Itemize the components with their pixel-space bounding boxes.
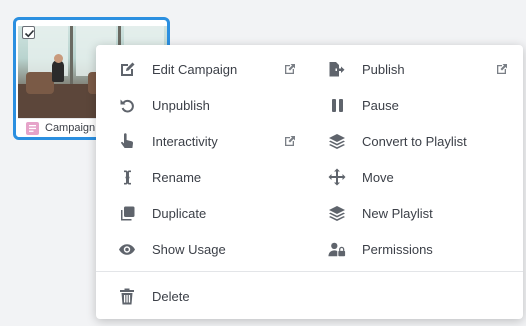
menu-item-label: Move — [362, 169, 394, 185]
menu-divider — [96, 271, 523, 272]
menu-item-convert-to-playlist[interactable]: Convert to Playlist — [306, 123, 523, 159]
duplicate-icon — [118, 204, 136, 222]
layers-icon — [328, 132, 346, 150]
context-menu: Edit Campaign Unpublish Interactivity Re… — [96, 45, 523, 319]
menu-item-unpublish[interactable]: Unpublish — [96, 87, 306, 123]
menu-item-label: Permissions — [362, 241, 433, 257]
menu-item-edit-campaign[interactable]: Edit Campaign — [96, 51, 306, 87]
menu-item-interactivity[interactable]: Interactivity — [96, 123, 306, 159]
eye-icon — [118, 240, 136, 258]
menu-item-label: Unpublish — [152, 97, 210, 113]
menu-item-label: Convert to Playlist — [362, 133, 467, 149]
menu-item-show-usage[interactable]: Show Usage — [96, 231, 306, 267]
menu-item-label: Show Usage — [152, 241, 226, 257]
external-link-icon — [496, 63, 508, 75]
pause-icon — [328, 96, 346, 114]
layers-icon — [328, 204, 346, 222]
menu-item-label: Duplicate — [152, 205, 207, 221]
text-cursor-icon — [118, 168, 136, 186]
menu-item-duplicate[interactable]: Duplicate — [96, 195, 306, 231]
menu-item-label: Interactivity — [152, 133, 218, 149]
pointer-hand-icon — [118, 132, 136, 150]
menu-item-label: Publish — [362, 61, 405, 77]
menu-item-label: Edit Campaign — [152, 61, 238, 77]
move-arrows-icon — [328, 168, 346, 186]
menu-item-delete[interactable]: Delete — [96, 278, 306, 314]
menu-item-new-playlist[interactable]: New Playlist — [306, 195, 523, 231]
external-link-icon — [284, 135, 296, 147]
menu-item-move[interactable]: Move — [306, 159, 523, 195]
menu-item-label: Rename — [152, 169, 202, 185]
menu-item-label: New Playlist — [362, 205, 433, 221]
publish-file-icon — [328, 60, 346, 78]
trash-icon — [118, 287, 136, 305]
undo-icon — [118, 96, 136, 114]
external-link-icon — [284, 63, 296, 75]
menu-item-publish[interactable]: Publish — [306, 51, 523, 87]
select-checkbox[interactable] — [22, 26, 35, 39]
card-label: Campaign — [45, 122, 96, 134]
edit-icon — [118, 60, 136, 78]
user-lock-icon — [328, 240, 346, 258]
menu-item-pause[interactable]: Pause — [306, 87, 523, 123]
menu-item-label: Delete — [152, 288, 190, 304]
menu-item-permissions[interactable]: Permissions — [306, 231, 523, 267]
campaign-type-icon — [26, 121, 39, 135]
menu-item-label: Pause — [362, 97, 399, 113]
menu-item-rename[interactable]: Rename — [96, 159, 306, 195]
